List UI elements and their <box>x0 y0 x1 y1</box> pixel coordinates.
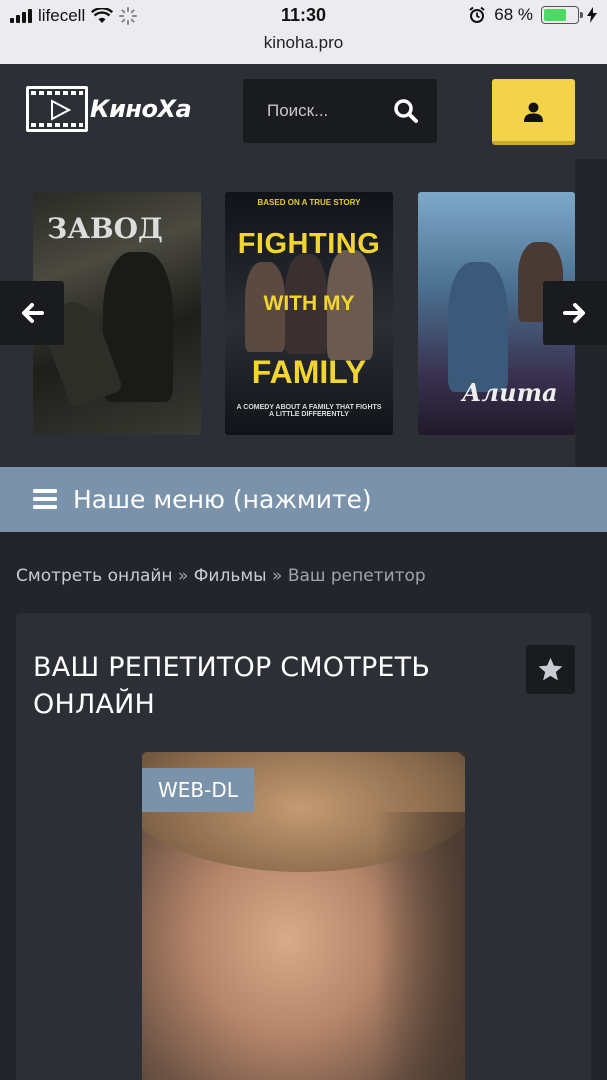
breadcrumb-separator: » <box>172 566 194 586</box>
poster-title-line: FAMILY <box>251 354 367 390</box>
arrow-left-icon <box>22 303 44 323</box>
site-logo[interactable]: КиноХа <box>26 86 192 132</box>
breadcrumb: Смотреть онлайн » Фильмы » Ваш репетитор <box>16 566 426 586</box>
breadcrumb-home-link[interactable]: Смотреть онлайн <box>16 566 173 586</box>
poster-title-line: WITH MY <box>263 292 355 315</box>
quality-badge: WEB-DL <box>142 768 254 812</box>
favorite-button[interactable] <box>526 645 575 694</box>
logo-text: КиноХа <box>90 95 192 123</box>
page-title: ВАШ РЕПЕТИТОР СМОТРЕТЬ ОНЛАЙН <box>33 652 431 720</box>
user-icon <box>524 102 543 122</box>
alarm-icon <box>469 6 485 23</box>
page-url[interactable]: kinoha.pro <box>0 33 607 53</box>
battery-icon <box>541 6 583 24</box>
poster-title: Алита <box>462 378 558 407</box>
status-bar: lifecell 11:30 kinoha.pro 68 % <box>0 0 607 64</box>
movie-card: ВАШ РЕПЕТИТОР СМОТРЕТЬ ОНЛАЙН WEB-DL <box>16 613 591 1080</box>
arrow-right-icon <box>563 303 585 323</box>
search-icon[interactable] <box>393 98 419 124</box>
search-box <box>243 79 437 143</box>
poster-tagline: BASED ON A TRUE STORY <box>257 198 361 207</box>
menu-label: Наше меню (нажмите) <box>73 485 372 514</box>
film-logo-icon <box>26 86 88 132</box>
carousel-next-button[interactable] <box>543 281 607 345</box>
poster-title-line: FIGHTING <box>237 228 381 260</box>
carousel-prev-button[interactable] <box>0 281 64 345</box>
carousel-poster[interactable]: BASED ON A TRUE STORY FIGHTING WITH MY F… <box>225 192 393 435</box>
status-right-group: 68 % <box>468 5 597 25</box>
movie-carousel: ЗАВОД BASED ON A TRUE STORY FIGHTING WIT… <box>0 159 607 467</box>
breadcrumb-separator: » <box>266 566 288 586</box>
poster-title: ЗАВОД <box>47 212 163 245</box>
breadcrumb-section-link[interactable]: Фильмы <box>194 566 267 586</box>
star-icon <box>538 657 563 681</box>
battery-percent: 68 % <box>494 5 533 24</box>
charging-icon <box>587 7 597 23</box>
login-button[interactable] <box>492 79 575 145</box>
poster-tagline: A COMEDY ABOUT A FAMILY THAT FIGHTS A LI… <box>236 404 382 418</box>
breadcrumb-current: Ваш репетитор <box>287 566 426 586</box>
site-header: КиноХа <box>0 64 607 159</box>
hamburger-icon <box>33 489 57 509</box>
menu-toggle[interactable]: Наше меню (нажмите) <box>0 467 607 532</box>
search-input[interactable] <box>243 79 393 143</box>
